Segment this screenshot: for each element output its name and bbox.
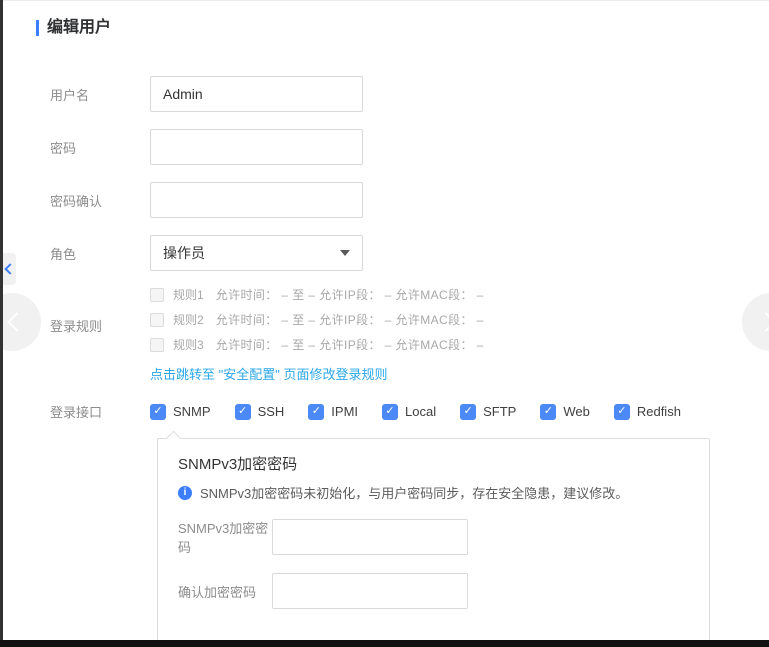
rule2-name: 规则2 — [173, 313, 204, 327]
login-interfaces-list: ✓ SNMP ✓ SSH ✓ IPMI ✓ Local ✓ SFTP — [150, 404, 681, 420]
login-interfaces-label: 登录接口 — [50, 402, 150, 421]
checkbox-checked-icon: ✓ — [382, 404, 398, 420]
form-row-password-confirm: 密码确认 — [50, 182, 769, 218]
snmpv3-password-panel: SNMPv3加密密码 i SNMPv3加密密码未初始化，与用户密码同步，存在安全… — [157, 438, 710, 647]
interface-label: IPMI — [331, 404, 358, 419]
check-icon: ✓ — [617, 406, 626, 417]
role-select[interactable]: 操作员 — [150, 235, 363, 271]
interface-label: Web — [563, 404, 590, 419]
rule2-detail: 允许时间： – 至 – 允许IP段： – 允许MAC段： – — [216, 313, 484, 327]
rule3-checkbox-unchecked[interactable] — [150, 338, 164, 352]
edit-user-screen: 编辑用户 用户名 密码 密码确认 角色 操作员 登录规则 — [0, 0, 769, 647]
snmpv3-password-input[interactable] — [272, 519, 468, 555]
form-row-snmpv3-password-confirm: 确认加密密码 — [178, 573, 689, 609]
info-icon: i — [178, 486, 192, 500]
interface-checkbox-sftp[interactable]: ✓ SFTP — [460, 404, 516, 420]
interface-checkbox-local[interactable]: ✓ Local — [382, 404, 436, 420]
checkbox-checked-icon: ✓ — [614, 404, 630, 420]
username-label: 用户名 — [50, 85, 150, 104]
check-icon: ✓ — [312, 406, 321, 417]
snmpv3-notice: i SNMPv3加密密码未初始化，与用户密码同步，存在安全隐患，建议修改。 — [178, 483, 689, 502]
interface-checkbox-snmp[interactable]: ✓ SNMP — [150, 404, 211, 420]
interface-checkbox-web[interactable]: ✓ Web — [540, 404, 590, 420]
rule3-detail: 允许时间： – 至 – 允许IP段： – 允许MAC段： – — [216, 338, 484, 352]
login-rule-row-2: 规则2 允许时间： – 至 – 允许IP段： – 允许MAC段： – — [150, 313, 484, 327]
interface-label: Redfish — [637, 404, 681, 419]
chevron-left-icon — [7, 312, 27, 332]
login-rules-label: 登录规则 — [50, 316, 150, 335]
interface-checkbox-redfish[interactable]: ✓ Redfish — [614, 404, 681, 420]
chevron-left-icon — [4, 263, 15, 274]
main-content: 编辑用户 用户名 密码 密码确认 角色 操作员 登录规则 — [0, 0, 769, 647]
security-config-link[interactable]: 点击跳转至 "安全配置" 页面修改登录规则 — [150, 364, 387, 383]
page-title: 编辑用户 — [47, 17, 111, 39]
checkbox-checked-icon: ✓ — [150, 404, 166, 420]
chevron-right-icon — [756, 312, 769, 332]
caret-down-icon — [340, 250, 350, 256]
top-border — [0, 0, 769, 1]
form-row-login-interfaces: 登录接口 ✓ SNMP ✓ SSH ✓ IPMI ✓ Local — [50, 402, 769, 421]
login-rules-list: 规则1 允许时间： – 至 – 允许IP段： – 允许MAC段： – 规则2 允… — [150, 288, 484, 384]
snmpv3-password-confirm-input[interactable] — [272, 573, 468, 609]
password-input[interactable] — [150, 129, 363, 165]
login-rule-row-3: 规则3 允许时间： – 至 – 允许IP段： – 允许MAC段： – — [150, 338, 484, 352]
form-row-username: 用户名 — [50, 76, 769, 112]
collapsed-sidebar-edge — [0, 0, 3, 647]
form-row-login-rules: 登录规则 规则1 允许时间： – 至 – 允许IP段： – 允许MAC段： – … — [50, 288, 769, 384]
interface-label: SNMP — [173, 404, 211, 419]
page-header: 编辑用户 — [36, 17, 769, 39]
role-select-value: 操作员 — [163, 243, 205, 263]
check-icon: ✓ — [153, 406, 162, 417]
form-row-role: 角色 操作员 — [50, 235, 769, 271]
checkbox-checked-icon: ✓ — [308, 404, 324, 420]
interface-label: SSH — [258, 404, 285, 419]
role-label: 角色 — [50, 244, 150, 263]
username-input[interactable] — [150, 76, 363, 112]
password-label: 密码 — [50, 138, 150, 157]
panel-pointer-arrow — [166, 431, 182, 447]
checkbox-checked-icon: ✓ — [540, 404, 556, 420]
interface-checkbox-ssh[interactable]: ✓ SSH — [235, 404, 285, 420]
sidebar-collapse-button[interactable] — [3, 253, 16, 285]
rule2-checkbox-unchecked[interactable] — [150, 313, 164, 327]
form-row-password: 密码 — [50, 129, 769, 165]
interface-checkbox-ipmi[interactable]: ✓ IPMI — [308, 404, 358, 420]
snmpv3-panel-title: SNMPv3加密密码 — [178, 455, 689, 475]
check-icon: ✓ — [385, 406, 394, 417]
snmpv3-password-label: SNMPv3加密密码 — [178, 518, 272, 556]
check-icon: ✓ — [544, 406, 553, 417]
snmpv3-notice-text: SNMPv3加密密码未初始化，与用户密码同步，存在安全隐患，建议修改。 — [200, 483, 628, 502]
snmpv3-password-confirm-label: 确认加密密码 — [178, 582, 272, 601]
login-rule-row-1: 规则1 允许时间： – 至 – 允许IP段： – 允许MAC段： – — [150, 288, 484, 302]
rule1-checkbox-unchecked[interactable] — [150, 288, 164, 302]
password-confirm-input[interactable] — [150, 182, 363, 218]
interface-label: Local — [405, 404, 436, 419]
checkbox-checked-icon: ✓ — [460, 404, 476, 420]
interface-label: SFTP — [483, 404, 516, 419]
rule1-name: 规则1 — [173, 288, 204, 302]
title-accent-bar — [36, 20, 39, 36]
form-row-snmpv3-password: SNMPv3加密密码 — [178, 518, 689, 556]
check-icon: ✓ — [238, 406, 247, 417]
checkbox-checked-icon: ✓ — [235, 404, 251, 420]
bottom-window-edge — [0, 640, 769, 647]
password-confirm-label: 密码确认 — [50, 191, 150, 210]
rule3-name: 规则3 — [173, 338, 204, 352]
rule1-detail: 允许时间： – 至 – 允许IP段： – 允许MAC段： – — [216, 288, 484, 302]
check-icon: ✓ — [464, 406, 473, 417]
